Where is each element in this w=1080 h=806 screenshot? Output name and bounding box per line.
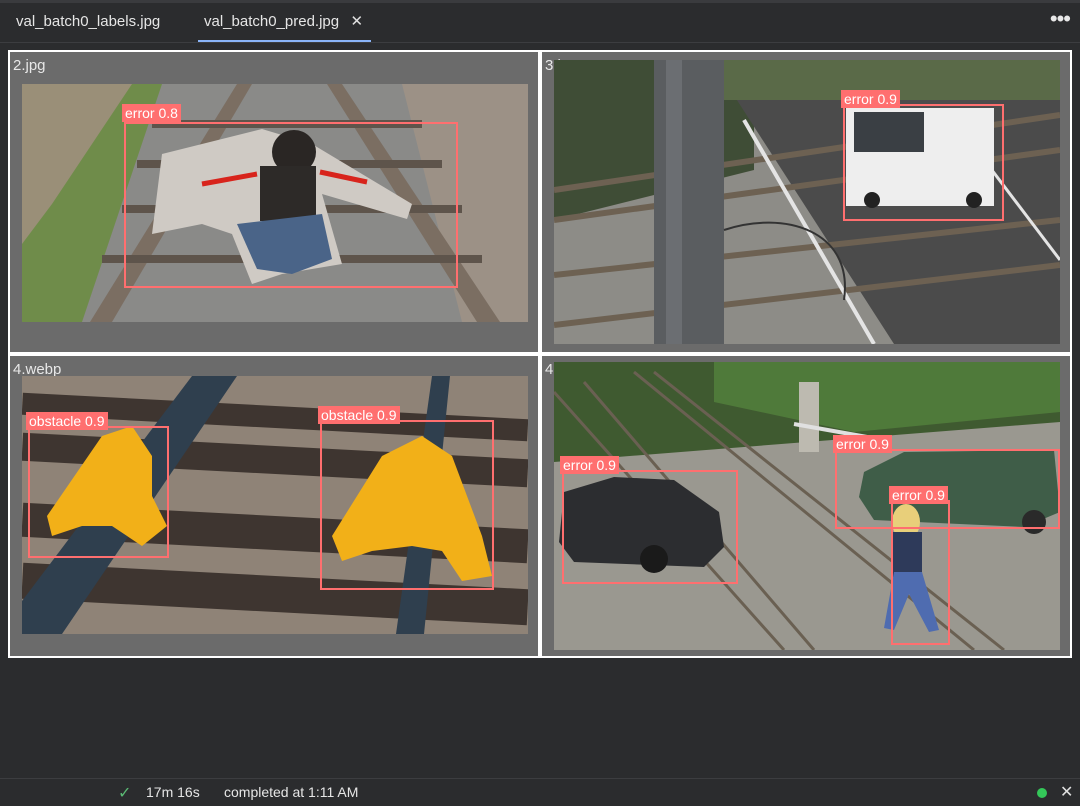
- detection-box: [124, 122, 458, 288]
- image-panel-2-jpg: 2.jpg error 0.8: [10, 52, 538, 352]
- level-crossing-van-photo: error 0.9: [554, 60, 1060, 344]
- detection-label: error 0.9: [833, 435, 892, 453]
- railway-worker-photo: error 0.8: [22, 84, 528, 322]
- connection-status-dot: [1037, 788, 1047, 798]
- detection-label: obstacle 0.9: [26, 412, 108, 430]
- detection-label: error 0.9: [841, 90, 900, 108]
- detection-box: [843, 104, 1004, 221]
- top-edge: [0, 0, 1080, 3]
- detection-label: error 0.9: [560, 456, 619, 474]
- tab-val-batch0-labels[interactable]: val_batch0_labels.jpg: [10, 8, 166, 36]
- tab-val-batch0-pred[interactable]: val_batch0_pred.jpg ✕: [198, 8, 372, 42]
- completion-time[interactable]: completed at 1:11 AM: [224, 784, 358, 800]
- close-status-icon[interactable]: ✕: [1060, 782, 1073, 802]
- detection-label: obstacle 0.9: [318, 406, 400, 424]
- panel-filename: 2.jpg: [13, 57, 46, 74]
- detection-box: [891, 500, 950, 645]
- detection-box: [320, 420, 494, 590]
- tab-bar: val_batch0_labels.jpg val_batch0_pred.jp…: [0, 0, 1080, 43]
- close-tab-icon[interactable]: ✕: [351, 8, 364, 36]
- image-panel-4-jpeg: 4.jpeg: [542, 356, 1070, 656]
- level-crossing-cars-photo: error 0.9 error 0.9 error 0.9: [554, 362, 1060, 650]
- status-bar: ✓ 17m 16s completed at 1:11 AM ✕: [0, 778, 1080, 806]
- rail-clamps-photo: obstacle 0.9 obstacle 0.9: [22, 376, 528, 634]
- check-icon: ✓: [118, 785, 132, 802]
- detection-box: [562, 470, 738, 584]
- tab-label: val_batch0_pred.jpg: [204, 13, 340, 30]
- more-options-icon[interactable]: •••: [1050, 6, 1071, 32]
- detection-label: error 0.8: [122, 104, 181, 122]
- detection-box: [28, 426, 169, 558]
- image-panel-4-webp: 4.webp obstacle 0.9 obstacle 0.9: [10, 356, 538, 656]
- execution-duration: 17m 16s: [146, 784, 200, 800]
- image-panel-3-jpeg: 3.jpeg: [542, 52, 1070, 352]
- image-viewer: 2.jpg error 0.8 error 0.9 4.webp obstacl…: [8, 50, 1072, 658]
- detection-label: error 0.9: [889, 486, 948, 504]
